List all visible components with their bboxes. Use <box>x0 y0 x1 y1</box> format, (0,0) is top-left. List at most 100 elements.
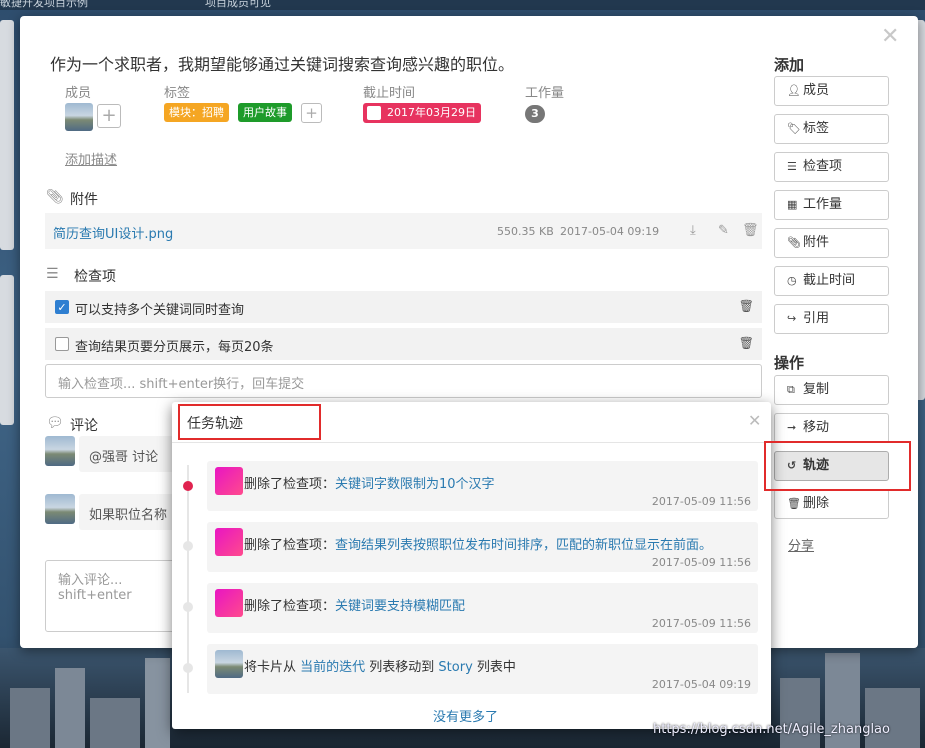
event-text: 删除了检查项： <box>244 599 336 614</box>
background-topbar: 敏捷开发项目示例 项目成员可见 <box>0 0 925 10</box>
move-button[interactable]: ➞ 移动 <box>774 413 889 443</box>
event-time: 2017-05-04 09:19 <box>651 678 751 691</box>
trash-icon: 🗑︎ <box>787 497 801 510</box>
checkbox-unchecked[interactable] <box>55 337 69 351</box>
add-due-date-button[interactable]: ◷ 截止时间 <box>774 266 889 296</box>
trash-icon[interactable]: 🗑︎ <box>739 336 754 350</box>
tag-icon: 🏷︎ <box>787 122 801 135</box>
add-member-button[interactable]: + <box>97 104 121 128</box>
attachment-size: 550.35 KB <box>497 225 554 238</box>
due-label: 截止时间 <box>363 86 416 101</box>
comment-input[interactable]: 输入评论... shift+enter <box>45 560 185 632</box>
add-attachment-button[interactable]: 📎︎ 附件 <box>774 228 889 258</box>
download-icon[interactable]: ⤓ <box>690 223 696 238</box>
event-text: 删除了检查项： <box>244 477 336 492</box>
user-plus-icon: 👤︎ <box>787 84 801 97</box>
timeline-event: 将卡片从 当前的迭代 列表移动到 Story 列表中 2017-05-04 09… <box>207 644 758 694</box>
add-tag-sidebar-button[interactable]: 🏷︎ 标签 <box>774 114 889 144</box>
copy-icon: ⧉ <box>787 383 795 396</box>
card-title[interactable]: 作为一个求职者，我期望能够通过关键词搜索查询感兴趣的职位。 <box>50 51 514 75</box>
user-avatar <box>215 467 243 495</box>
timeline-event: 删除了检查项：关键词字数限制为10个汉字 2017-05-09 11:56 <box>207 461 758 511</box>
highlight-box-history <box>764 441 911 491</box>
comment-avatar <box>45 436 75 466</box>
event-text: 将卡片从 <box>244 660 301 675</box>
operations-heading: 操作 <box>774 354 805 372</box>
tags-label: 标签 <box>164 86 191 101</box>
divider <box>172 442 771 443</box>
paperclip-icon: 📎︎ <box>46 189 64 205</box>
timeline-event: 删除了检查项：查询结果列表按照职位发布时间排序，匹配的新职位显示在前面。 201… <box>207 522 758 572</box>
timeline-dot <box>183 663 193 673</box>
due-checkbox[interactable] <box>367 106 381 120</box>
project-name: 敏捷开发项目示例 <box>0 0 88 9</box>
watermark: https://blog.csdn.net/Agile_zhanglao <box>653 722 890 737</box>
reference-button[interactable]: ↪ 引用 <box>774 304 889 334</box>
no-more-link[interactable]: 没有更多了 <box>433 706 498 725</box>
member-avatar[interactable] <box>65 103 93 131</box>
workload-badge[interactable]: 3 <box>525 105 545 123</box>
timeline-dot-active <box>183 481 193 491</box>
user-avatar <box>215 650 243 678</box>
clock-icon: ◷ <box>787 274 797 287</box>
delete-button[interactable]: 🗑︎ 删除 <box>774 489 889 519</box>
checklist-heading: 检查项 <box>74 269 116 285</box>
grid-icon: ▦ <box>787 198 798 211</box>
tag-user-story[interactable]: 用户故事 <box>238 103 292 122</box>
background-list-left <box>0 20 14 250</box>
attachment-name[interactable]: 简历查询UI设计.png <box>53 223 173 242</box>
workload-label: 工作量 <box>525 86 565 101</box>
event-link[interactable]: 关键词字数限制为10个汉字 <box>335 477 495 492</box>
comment-text: @强哥 讨论 <box>79 436 179 472</box>
user-avatar <box>215 528 243 556</box>
event-link[interactable]: 关键词要支持模糊匹配 <box>335 599 465 614</box>
event-time: 2017-05-09 11:56 <box>651 617 751 630</box>
event-link[interactable]: 当前的迭代 <box>300 660 365 675</box>
trash-icon[interactable]: 🗑︎ <box>742 223 759 238</box>
checklist-item: 查询结果页要分页展示，每页20条 🗑︎ <box>45 328 762 360</box>
timeline-dot <box>183 541 193 551</box>
attachment-row: 简历查询UI设计.png 550.35 KB 2017-05-04 09:19 … <box>45 213 762 249</box>
add-member-sidebar-button[interactable]: 👤︎ 成员 <box>774 76 889 106</box>
timeline-dot <box>183 602 193 612</box>
comments-heading: 评论 <box>70 418 98 434</box>
highlight-box-title <box>178 404 321 440</box>
event-text: 删除了检查项： <box>244 538 336 553</box>
list-icon: ☰ <box>787 160 797 173</box>
list-icon: ☰ <box>46 266 59 282</box>
checklist-input[interactable]: 输入检查项... shift+enter换行，回车提交 <box>45 364 762 398</box>
event-time: 2017-05-09 11:56 <box>651 556 751 569</box>
copy-button[interactable]: ⧉ 复制 <box>774 375 889 405</box>
checklist-item-text[interactable]: 可以支持多个关键词同时查询 <box>75 299 244 318</box>
paperclip-icon: 📎︎ <box>787 236 801 249</box>
add-description-link[interactable]: 添加描述 <box>65 149 117 168</box>
close-icon[interactable]: ✕ <box>748 411 761 430</box>
checkbox-checked[interactable]: ✓ <box>55 300 69 314</box>
project-visibility: 项目成员可见 <box>205 0 271 9</box>
event-link[interactable]: 查询结果列表按照职位发布时间排序，匹配的新职位显示在前面。 <box>335 538 712 553</box>
attachment-date: 2017-05-04 09:19 <box>560 225 660 238</box>
add-checklist-button[interactable]: ☰ 检查项 <box>774 152 889 182</box>
share-arrow-icon: ↪ <box>787 312 797 325</box>
checklist-item-text[interactable]: 查询结果页要分页展示，每页20条 <box>75 336 274 355</box>
event-text: 列表中 <box>472 660 516 675</box>
add-heading: 添加 <box>774 56 805 74</box>
close-icon[interactable]: ✕ <box>881 26 899 48</box>
event-text: 列表移动到 <box>365 660 439 675</box>
event-link[interactable]: Story <box>438 660 472 675</box>
comment-avatar <box>45 494 75 524</box>
due-date-badge[interactable]: 2017年03月29日 <box>363 103 481 123</box>
share-link[interactable]: 分享 <box>788 535 814 554</box>
timeline-rail <box>187 465 189 693</box>
arrow-right-icon: ➞ <box>787 421 797 434</box>
background-list-left-2 <box>0 275 14 425</box>
event-time: 2017-05-09 11:56 <box>651 495 751 508</box>
checklist-item: ✓ 可以支持多个关键词同时查询 🗑︎ <box>45 291 762 323</box>
add-workload-button[interactable]: ▦ 工作量 <box>774 190 889 220</box>
comment-icon: 💬︎ <box>46 415 64 431</box>
trash-icon[interactable]: 🗑︎ <box>739 299 754 313</box>
add-tag-button[interactable]: + <box>301 103 322 123</box>
timeline-event: 删除了检查项：关键词要支持模糊匹配 2017-05-09 11:56 <box>207 583 758 633</box>
edit-icon[interactable]: ✎ <box>718 223 729 238</box>
tag-module[interactable]: 模块：招聘 <box>164 103 229 122</box>
